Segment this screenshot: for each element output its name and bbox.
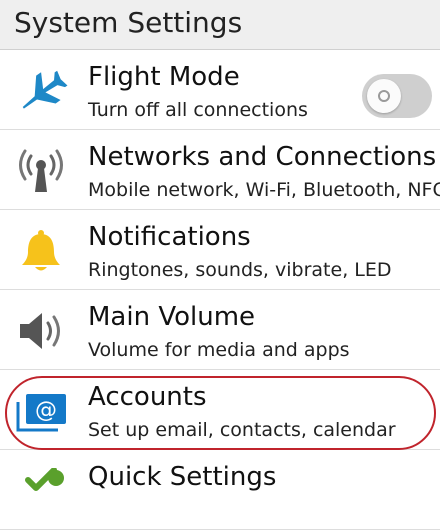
- checkmark-icon: [14, 468, 68, 514]
- speaker-icon: [14, 308, 68, 354]
- settings-item-description: Set up email, contacts, calendar: [88, 419, 396, 441]
- settings-item-description: Volume for media and apps: [88, 339, 350, 361]
- bell-icon: [14, 228, 68, 274]
- antenna-icon: [14, 148, 68, 194]
- flight-mode-toggle[interactable]: [362, 74, 432, 118]
- at-sign-icon: @: [14, 388, 68, 434]
- page-title: System Settings: [14, 6, 243, 39]
- settings-item-description: Ringtones, sounds, vibrate, LED: [88, 259, 392, 281]
- svg-text:@: @: [35, 398, 57, 423]
- settings-item-label: Accounts: [88, 382, 207, 412]
- settings-item-description: Turn off all connections: [88, 99, 308, 121]
- settings-item-description: Mobile network, Wi-Fi, Bluetooth, NFC: [88, 179, 440, 201]
- settings-item-label: Flight Mode: [88, 62, 240, 92]
- settings-item-networks[interactable]: Networks and Connections Mobile network,…: [0, 130, 440, 210]
- settings-item-main-volume[interactable]: Main Volume Volume for media and apps: [0, 290, 440, 370]
- airplane-icon: [14, 68, 68, 114]
- settings-item-notifications[interactable]: Notifications Ringtones, sounds, vibrate…: [0, 210, 440, 290]
- settings-item-label: Main Volume: [88, 302, 256, 332]
- settings-item-label: Quick Settings: [88, 462, 277, 492]
- settings-item-quick-settings[interactable]: Quick Settings: [0, 450, 440, 530]
- settings-item-accounts[interactable]: @ Accounts Set up email, contacts, calen…: [0, 370, 440, 450]
- toggle-knob: [367, 79, 401, 113]
- settings-item-label: Networks and Connections: [88, 142, 437, 172]
- settings-item-label: Notifications: [88, 222, 251, 252]
- header-bar: System Settings: [0, 0, 440, 50]
